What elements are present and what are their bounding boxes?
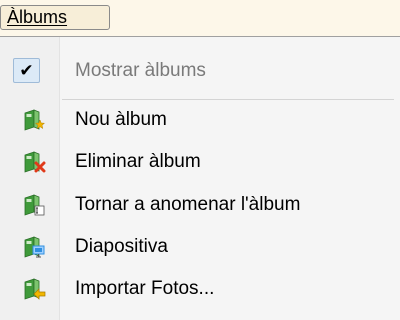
slideshow-icon	[24, 236, 45, 258]
menu-item-slideshow[interactable]: Diapositiva	[0, 226, 400, 267]
menu-item-label: Mostrar àlbums	[75, 60, 206, 81]
menubar: Àlbums	[0, 0, 400, 32]
import-photos-icon	[24, 278, 46, 300]
rename-album-icon	[24, 194, 45, 216]
menu-item-show-albums[interactable]: ✔ Mostrar àlbums	[0, 50, 400, 91]
menu-item-label: Eliminar àlbum	[75, 151, 201, 172]
albums-menu-button[interactable]: Àlbums	[0, 5, 110, 30]
menu-item-label: Nou àlbum	[75, 109, 167, 130]
menu-item-rename-album[interactable]: Tornar a anomenar l'àlbum	[0, 184, 400, 225]
new-album-icon	[24, 109, 46, 131]
albums-dropdown-menu: ✔ Mostrar àlbums Nou àlbum Eliminar àlbu…	[0, 36, 400, 320]
menu-item-label: Tornar a anomenar l'àlbum	[75, 194, 301, 215]
menu-item-new-album[interactable]: Nou àlbum	[0, 99, 400, 140]
menu-item-import-photos[interactable]: Importar Fotos...	[0, 268, 400, 309]
menu-item-label: Importar Fotos...	[75, 278, 215, 299]
menu-item-label: Diapositiva	[75, 236, 168, 257]
menu-item-delete-album[interactable]: Eliminar àlbum	[0, 141, 400, 182]
checkmark-icon: ✔	[13, 58, 40, 83]
delete-album-icon	[24, 151, 46, 173]
